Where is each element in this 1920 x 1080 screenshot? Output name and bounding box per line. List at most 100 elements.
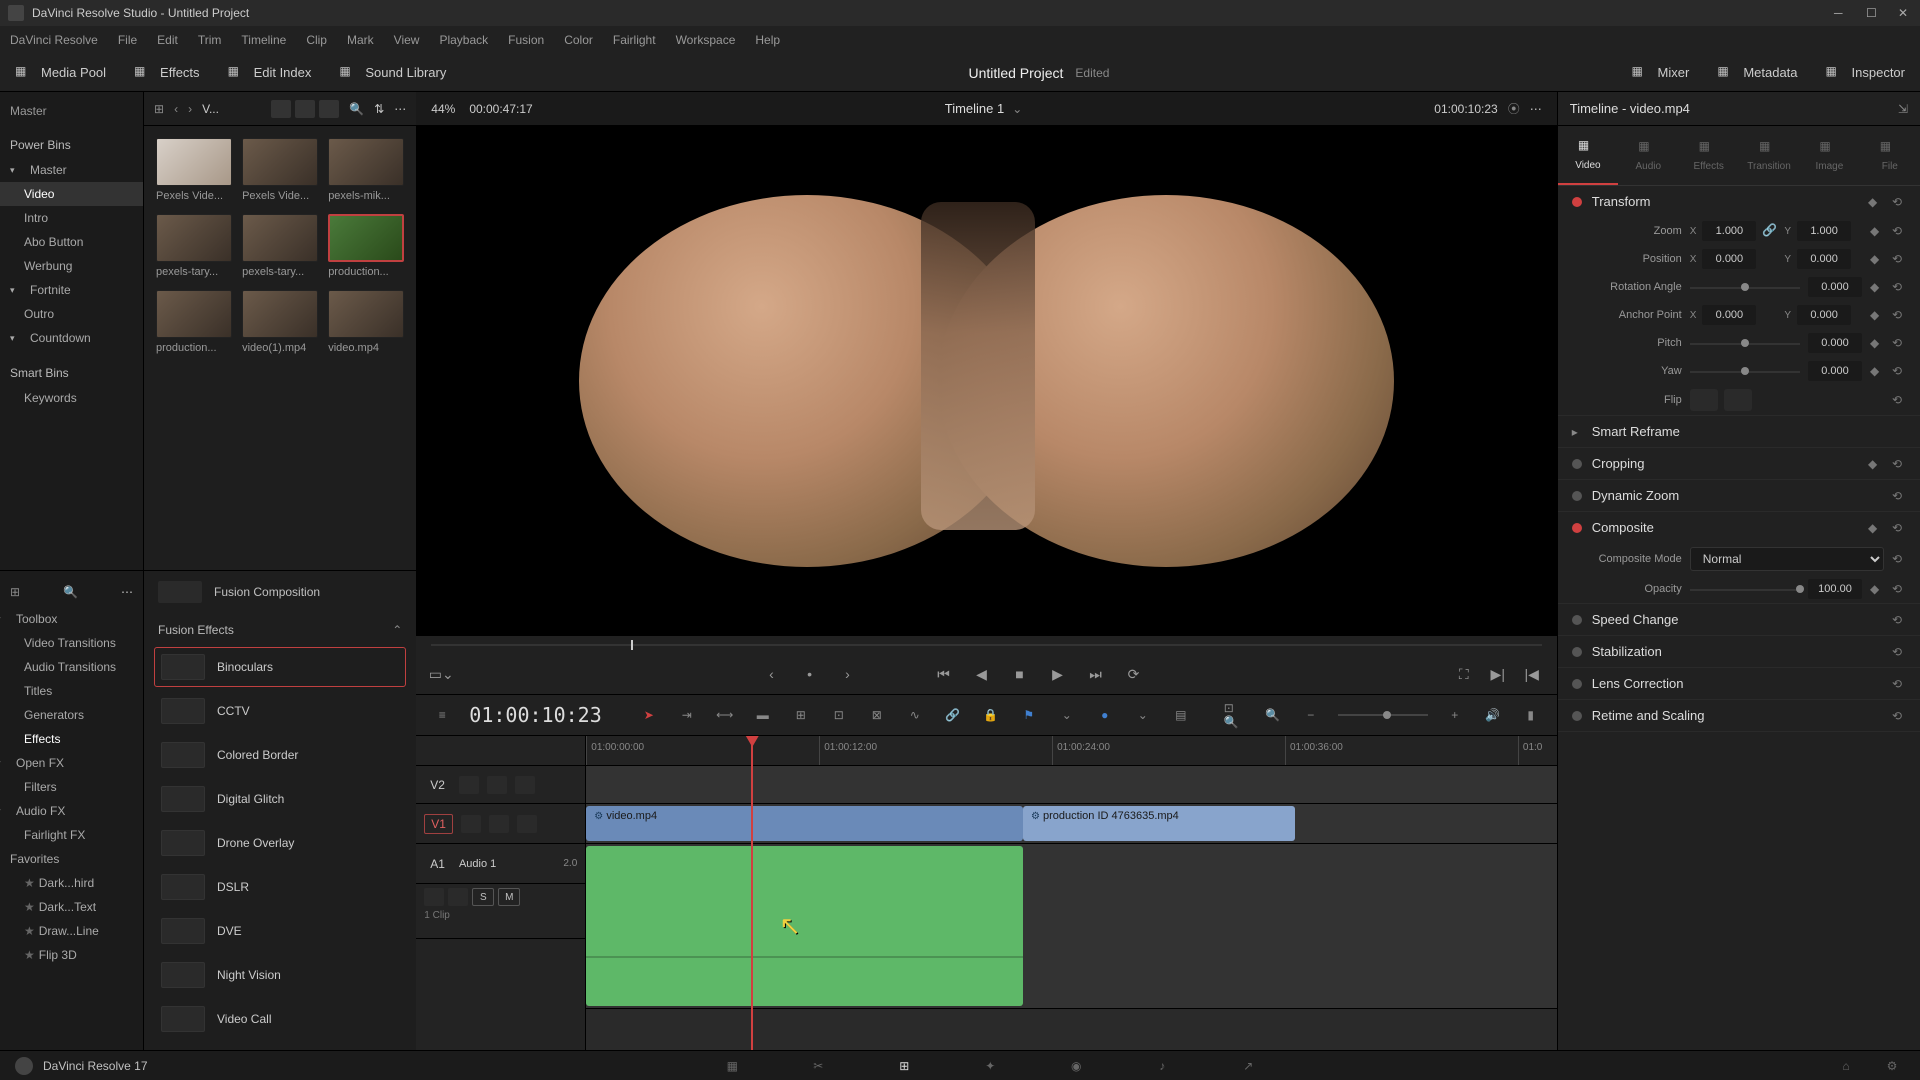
flag-tool[interactable]: ⚑	[1018, 705, 1040, 725]
viewer-options-menu[interactable]: ⋯	[1530, 102, 1542, 116]
zoom-x-input[interactable]	[1702, 221, 1756, 241]
dynamic-trim-tool[interactable]: ⟷	[714, 705, 736, 725]
inspector-button[interactable]: ▦Inspector	[1826, 64, 1905, 82]
yaw-reset-icon[interactable]: ⟲	[1892, 364, 1906, 378]
search-icon[interactable]: 🔍	[349, 102, 364, 116]
menu-edit[interactable]: Edit	[157, 33, 178, 47]
clip-audio1[interactable]	[586, 846, 1023, 1006]
lock-tool[interactable]: 🔒	[980, 705, 1002, 725]
timeline-name[interactable]: Timeline 1	[945, 101, 1004, 116]
v1-sync-button[interactable]	[489, 815, 509, 833]
rot-keyframe-icon[interactable]: ◆	[1870, 280, 1884, 294]
transform-section-header[interactable]: Transform ◆ ⟲	[1558, 186, 1920, 217]
yaw-input[interactable]	[1808, 361, 1862, 381]
a1-solo-button[interactable]: S	[472, 888, 494, 906]
fusion-composition-label[interactable]: Fusion Composition	[214, 585, 320, 599]
stabilization-header[interactable]: Stabilization⟲	[1558, 636, 1920, 667]
menu-fusion[interactable]: Fusion	[508, 33, 544, 47]
favorite-item[interactable]: ★Dark...hird	[0, 871, 143, 895]
pos-y-input[interactable]	[1797, 249, 1851, 269]
effects-options-menu[interactable]: ⋯	[121, 585, 133, 599]
play-button[interactable]: ▶	[1048, 664, 1068, 684]
smart-reframe-header[interactable]: ▸ Smart Reframe	[1558, 416, 1920, 447]
transform-reset-icon[interactable]: ⟲	[1892, 195, 1906, 209]
menu-trim[interactable]: Trim	[198, 33, 222, 47]
prev-edit-button[interactable]: ‹	[762, 664, 782, 684]
close-button[interactable]: ✕	[1898, 6, 1912, 20]
flag-dropdown[interactable]: ⌄	[1056, 705, 1078, 725]
pos-keyframe-icon[interactable]: ◆	[1870, 252, 1884, 266]
menu-color[interactable]: Color	[564, 33, 593, 47]
opacity-input[interactable]	[1808, 579, 1862, 599]
filters-item[interactable]: Filters	[0, 775, 143, 799]
flip-v-button[interactable]	[1724, 389, 1752, 411]
rotation-input[interactable]	[1808, 277, 1862, 297]
inspector-tab-transition[interactable]: ▦Transition	[1739, 126, 1799, 185]
v2-sync-button[interactable]	[487, 776, 507, 794]
timeline-dropdown-icon[interactable]: ⌄	[1012, 102, 1022, 116]
menu-playback[interactable]: Playback	[439, 33, 488, 47]
anchor-x-input[interactable]	[1702, 305, 1756, 325]
transform-enable-dot[interactable]	[1572, 197, 1582, 207]
zoom-keyframe-icon[interactable]: ◆	[1870, 224, 1884, 238]
inspector-tab-effects[interactable]: ▦Effects	[1678, 126, 1738, 185]
zoom-out-button[interactable]: −	[1300, 705, 1322, 725]
opacity-slider[interactable]	[1690, 582, 1800, 596]
pos-reset-icon[interactable]: ⟲	[1892, 252, 1906, 266]
in-out-menu[interactable]: ▭⌄	[431, 664, 451, 684]
nav-fwd[interactable]: ›	[188, 102, 192, 116]
media-clip[interactable]: production...	[328, 214, 404, 278]
prev-clip-button[interactable]: |◀	[1522, 664, 1542, 684]
media-pool-button[interactable]: ▦Media Pool	[15, 64, 106, 82]
zoom-fit-button[interactable]: ⊡🔍	[1224, 705, 1246, 725]
bin-video[interactable]: Video	[0, 182, 143, 206]
fx-preset-drone-overlay[interactable]: Drone Overlay	[154, 823, 406, 863]
zoom-y-input[interactable]	[1797, 221, 1851, 241]
fx-preset-cctv[interactable]: CCTV	[154, 691, 406, 731]
dynamic-zoom-enable-dot[interactable]	[1572, 491, 1582, 501]
bin-countdown[interactable]: Countdown	[0, 326, 143, 350]
a1-sync-button[interactable]	[448, 888, 468, 906]
media-options-menu[interactable]: ⋯	[394, 102, 406, 116]
fx-category-generators[interactable]: Generators	[0, 703, 143, 727]
replace-tool[interactable]: ⊠	[866, 705, 888, 725]
speed-change-header[interactable]: Speed Change⟲	[1558, 604, 1920, 635]
sort-icon[interactable]: ⇅	[374, 102, 384, 116]
bin-intro[interactable]: Intro	[0, 206, 143, 230]
openfx-header[interactable]: Open FX	[0, 751, 143, 775]
selection-tool[interactable]: ➤	[638, 705, 660, 725]
timeline-view-options[interactable]: ≡	[431, 705, 453, 725]
zoom-in-button[interactable]: +	[1444, 705, 1466, 725]
nav-back[interactable]: ‹	[174, 102, 178, 116]
v1-lock-button[interactable]	[461, 815, 481, 833]
pitch-input[interactable]	[1808, 333, 1862, 353]
metadata-button[interactable]: ▦Metadata	[1717, 64, 1797, 82]
yaw-keyframe-icon[interactable]: ◆	[1870, 364, 1884, 378]
settings-button[interactable]: ⚙	[1879, 1056, 1905, 1076]
bin-abo-button[interactable]: Abo Button	[0, 230, 143, 254]
loop-button[interactable]: ⟳	[1124, 664, 1144, 684]
media-clip[interactable]: Pexels Vide...	[242, 138, 318, 202]
composite-header[interactable]: Composite ◆ ⟲	[1558, 512, 1920, 543]
pitch-slider[interactable]	[1690, 336, 1800, 350]
media-clip[interactable]: video(1).mp4	[242, 290, 318, 354]
zoom-reset-icon[interactable]: ⟲	[1892, 224, 1906, 238]
rot-reset-icon[interactable]: ⟲	[1892, 280, 1906, 294]
edit-index-button[interactable]: ▦Edit Index	[228, 64, 312, 82]
trim-tool[interactable]: ⇥	[676, 705, 698, 725]
zoom-level[interactable]: 44%	[431, 102, 455, 116]
fx-preset-digital-glitch[interactable]: Digital Glitch	[154, 779, 406, 819]
bypass-icon[interactable]: ⦿	[1508, 100, 1520, 117]
stop-button[interactable]: ■	[1010, 664, 1030, 684]
bin-fortnite[interactable]: Fortnite	[0, 278, 143, 302]
favorite-item[interactable]: ★Draw...Line	[0, 919, 143, 943]
bin-outro[interactable]: Outro	[0, 302, 143, 326]
inspector-expand-button[interactable]: ⇲	[1898, 102, 1908, 116]
viewer[interactable]	[416, 126, 1556, 636]
timeline-tracks[interactable]: 01:00:00:0001:00:12:0001:00:24:0001:00:3…	[586, 736, 1556, 1050]
menu-view[interactable]: View	[394, 33, 420, 47]
v2-label[interactable]: V2	[424, 776, 451, 794]
sound-library-button[interactable]: ▦Sound Library	[339, 64, 446, 82]
menu-workspace[interactable]: Workspace	[676, 33, 736, 47]
snap-tool[interactable]: ∿	[904, 705, 926, 725]
